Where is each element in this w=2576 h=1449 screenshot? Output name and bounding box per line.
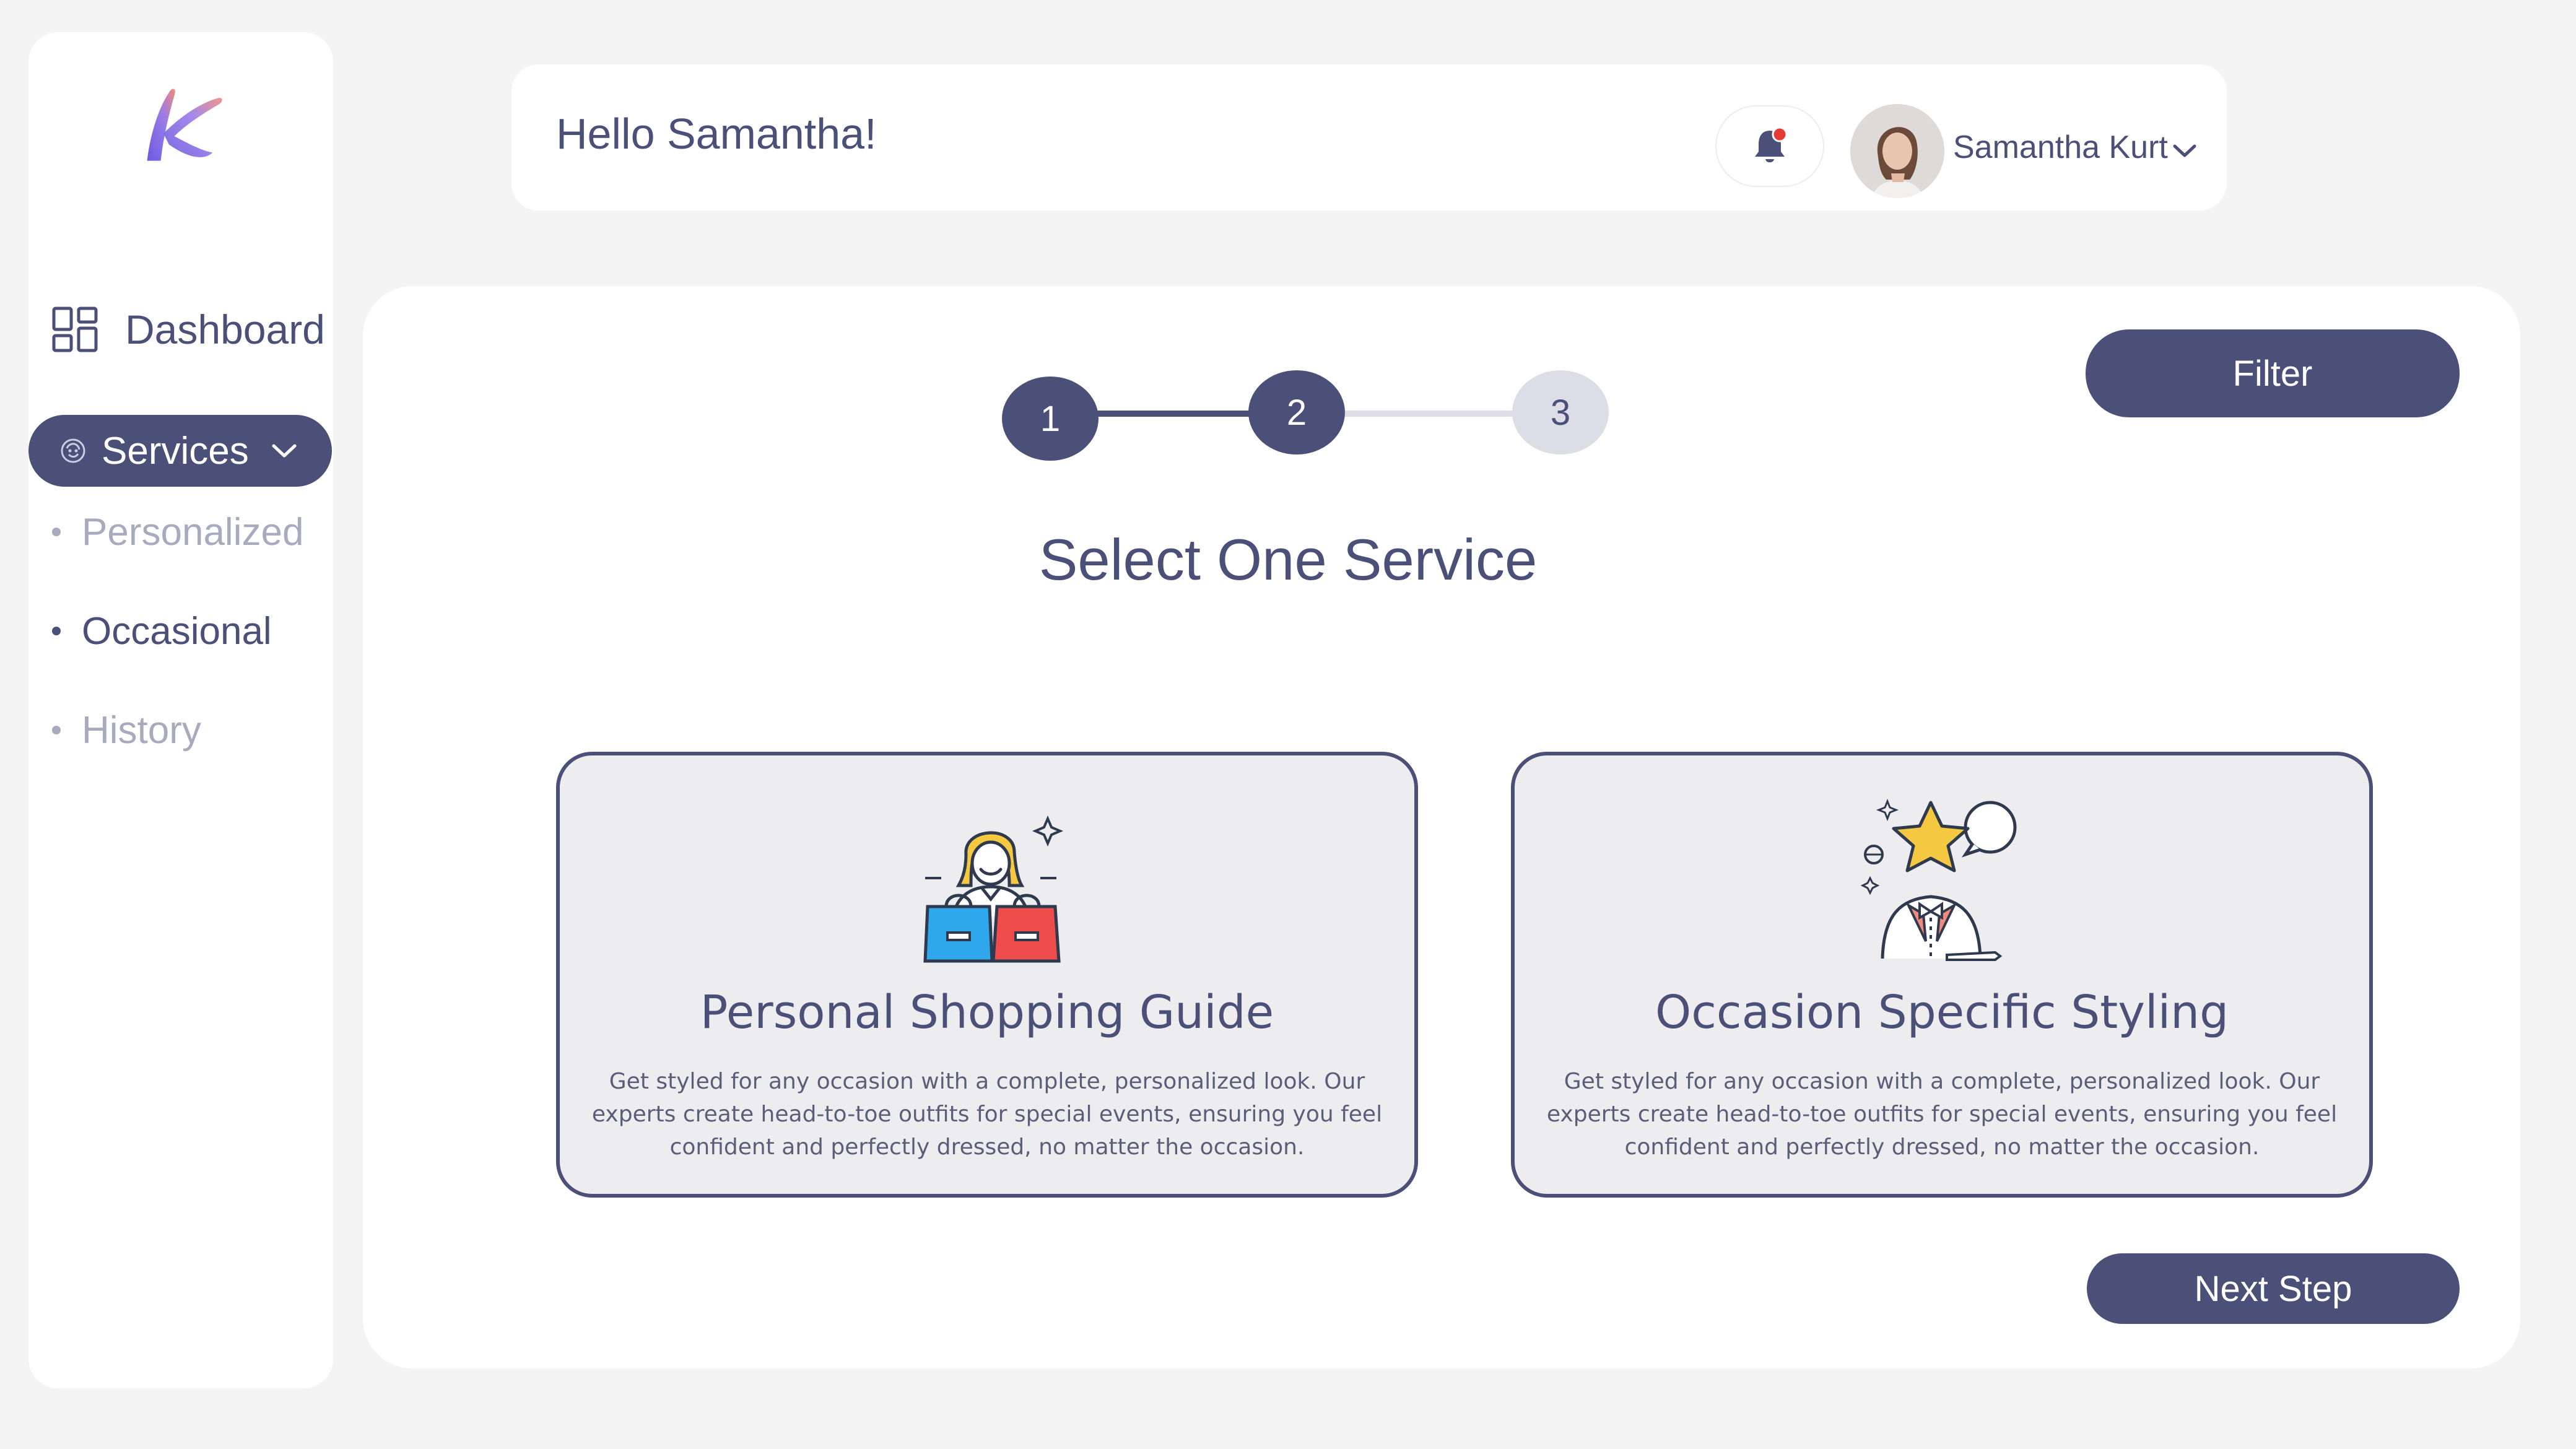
step-number: 2: [1286, 392, 1307, 433]
sidebar-subitem-occasional[interactable]: Occasional: [52, 603, 272, 659]
notification-dot: [1772, 126, 1788, 142]
step-number: 3: [1550, 392, 1571, 433]
grid-icon: [52, 307, 98, 352]
sidebar-subitem-label: Occasional: [82, 609, 272, 653]
sidebar-subitem-label: History: [82, 708, 201, 752]
chevron-down-icon[interactable]: [269, 435, 300, 466]
brand-logo[interactable]: [109, 54, 245, 191]
sidebar-item-label: Dashboard: [125, 307, 325, 352]
card-description: Get styled for any occasion with a compl…: [1546, 1069, 2338, 1160]
next-step-button[interactable]: Next Step: [2087, 1253, 2460, 1324]
card-title: Personal Shopping Guide: [700, 986, 1274, 1039]
step-3[interactable]: 3: [1512, 370, 1609, 455]
sidebar-item-dashboard[interactable]: Dashboard: [52, 297, 325, 362]
card-title: Occasion Specific Styling: [1655, 986, 2229, 1039]
bell-icon: [1755, 126, 1788, 163]
greeting-text: Hello Samantha!: [556, 110, 877, 158]
card-description: Get styled for any occasion with a compl…: [591, 1069, 1383, 1160]
filter-button[interactable]: Filter: [2086, 329, 2460, 417]
shopping-guide-icon: [923, 815, 1064, 963]
step-1[interactable]: 1: [1002, 376, 1099, 461]
notifications-button[interactable]: [1715, 105, 1824, 187]
bullet-dot: [52, 627, 61, 635]
sidebar-item-services[interactable]: Services: [28, 415, 332, 487]
stepper-line-pending: [1345, 411, 1513, 417]
occasion-star-icon: [1860, 798, 2017, 961]
page-title: Select One Service: [1038, 527, 1538, 592]
chevron-down-icon[interactable]: [2169, 135, 2201, 167]
step-2[interactable]: 2: [1248, 370, 1345, 455]
user-name[interactable]: Samantha Kurt: [1953, 129, 2168, 166]
sidebar-item-label: Services: [102, 429, 249, 472]
stepper-line-completed: [1096, 411, 1261, 417]
sidebar-subitem-history[interactable]: History: [52, 702, 201, 758]
step-number: 1: [1040, 398, 1061, 439]
bullet-dot: [52, 726, 61, 734]
face-icon: [61, 438, 85, 463]
avatar[interactable]: [1850, 104, 1944, 198]
